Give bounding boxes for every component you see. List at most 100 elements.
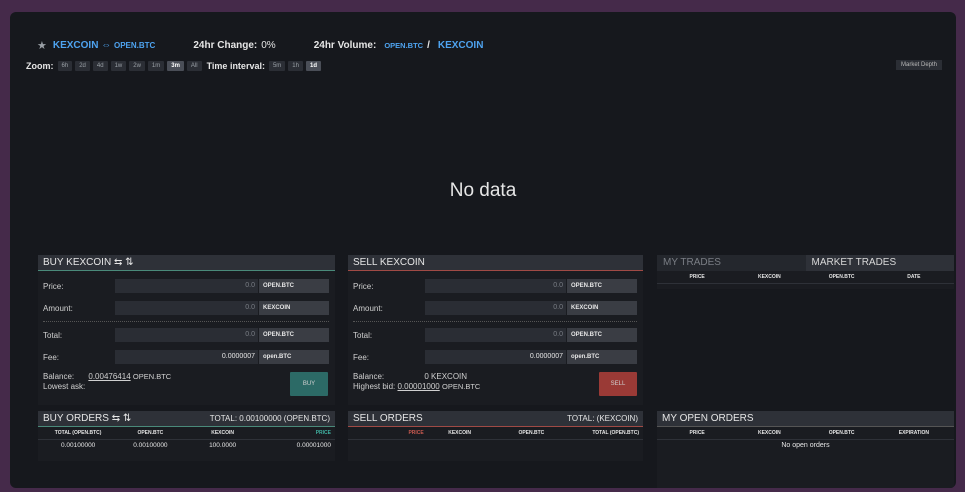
sell-fee-label: Fee: [353, 352, 370, 362]
trades-table-header: PRICE KEXCOIN OPEN.BTC DATE [657, 271, 954, 284]
sell-orders-panel: SELL ORDERS TOTAL: (KEXCOIN) PRICE KEXCO… [348, 411, 643, 461]
market-header: ★ KEXCOIN ⇔ OPEN.BTC 24hr Change: 0% 24h… [37, 38, 483, 52]
zoom-1w[interactable]: 1w [110, 61, 127, 71]
col-kexcoin[interactable]: KEXCOIN [424, 430, 496, 436]
volume-label: 24hr Volume: [313, 39, 377, 51]
col-price[interactable]: PRICE [352, 430, 423, 436]
buy-total-unit: OPEN.BTC [259, 328, 329, 342]
buy-orders-title[interactable]: BUY ORDERS ⇆ ⇅ [43, 413, 131, 424]
sell-price-row: Price: 0.0 OPEN.BTC [353, 279, 637, 293]
market-pair[interactable]: KEXCOIN ⇔ OPEN.BTC [53, 40, 155, 51]
interval-1d[interactable]: 1d [305, 61, 321, 71]
zoom-2d[interactable]: 2d [75, 61, 90, 71]
buy-price-row: Price: 0.0 OPEN.BTC [43, 279, 329, 293]
open-orders-panel: MY OPEN ORDERS PRICE KEXCOIN OPEN.BTC EX… [657, 411, 954, 488]
sell-orders-header: SELL ORDERS TOTAL: (KEXCOIN) [348, 411, 643, 427]
buy-total-row: Total: 0.0 OPEN.BTC [43, 328, 329, 342]
sell-amount-input[interactable]: 0.0 [425, 301, 566, 315]
trades-tabs: MY TRADES MARKET TRADES [657, 255, 954, 271]
tab-market-trades[interactable]: MARKET TRADES [806, 255, 955, 271]
exchange-window: ★ KEXCOIN ⇔ OPEN.BTC 24hr Change: 0% 24h… [10, 12, 956, 488]
sell-fee-unit[interactable]: open.BTC [567, 350, 637, 364]
buy-amount-input[interactable]: 0.0 [115, 301, 258, 315]
table-row[interactable]: 0.00100000 0.00100000 100.0000 0.0000100… [38, 440, 335, 451]
buy-form-title[interactable]: BUY KEXCOIN ⇆ ⇅ [43, 257, 133, 268]
sell-form-header: SELL KEXCOIN [348, 255, 643, 271]
col-openbtc[interactable]: OPEN.BTC [806, 274, 878, 280]
cell-openbtc: 0.00100000 [133, 442, 168, 449]
volume-base[interactable]: KEXCOIN [438, 40, 484, 51]
divider [353, 321, 637, 322]
no-open-orders: No open orders [781, 442, 830, 449]
sell-balance-label: Balance: [353, 372, 385, 381]
sell-amount-row: Amount: 0.0 KEXCOIN [353, 301, 637, 315]
sell-orders-total: TOTAL: (KEXCOIN) [567, 414, 638, 423]
open-orders-table-header: PRICE KEXCOIN OPEN.BTC EXPIRATION [657, 427, 954, 440]
interval-5m[interactable]: 5m [268, 61, 286, 71]
sell-orders-table-header: PRICE KEXCOIN OPEN.BTC TOTAL (OPEN.BTC) [348, 427, 643, 440]
sell-orders-title: SELL ORDERS [353, 413, 423, 424]
cell-price: 0.00001000 [296, 442, 331, 449]
col-price[interactable]: PRICE [661, 274, 733, 280]
zoom-all[interactable]: All [186, 61, 202, 71]
buy-amount-row: Amount: 0.0 KEXCOIN [43, 301, 329, 315]
favorite-star-icon[interactable]: ★ [37, 39, 47, 52]
swap-arrow-icon[interactable]: ⇔ [101, 40, 111, 51]
col-total[interactable]: TOTAL (OPEN.BTC) [567, 430, 639, 436]
tab-my-trades[interactable]: MY TRADES [657, 255, 806, 271]
buy-fee-unit[interactable]: open.BTC [259, 350, 329, 364]
buy-price-input[interactable]: 0.0 [115, 279, 258, 293]
zoom-2w[interactable]: 2w [129, 61, 145, 71]
zoom-3m[interactable]: 3m [167, 61, 184, 71]
sell-button[interactable]: SELL [599, 372, 637, 396]
col-openbtc[interactable]: OPEN.BTC [496, 430, 568, 436]
col-openbtc[interactable]: OPEN.BTC [806, 430, 878, 436]
open-orders-header: MY OPEN ORDERS [657, 411, 954, 427]
col-date[interactable]: DATE [878, 274, 950, 280]
sell-balance-value[interactable]: 0 KEXCOIN [424, 372, 467, 381]
col-kexcoin[interactable]: KEXCOIN [733, 430, 805, 436]
market-depth-button[interactable]: Market Depth [895, 60, 942, 70]
buy-balance-unit: OPEN.BTC [132, 372, 172, 381]
buy-amount-unit: KEXCOIN [259, 301, 329, 315]
col-price[interactable]: PRICE [259, 430, 331, 436]
buy-orders-total: TOTAL: 0.00100000 (OPEN.BTC) [209, 414, 330, 423]
buy-fee-label: Fee: [43, 352, 60, 362]
chart-controls: Zoom: 6h 2d 4d 1w 2w 1m 3m All Time inte… [26, 60, 324, 72]
buy-form-panel: BUY KEXCOIN ⇆ ⇅ Price: 0.0 OPEN.BTC Amou… [38, 255, 335, 405]
interval-label: Time interval: [206, 61, 265, 71]
sell-amount-label: Amount: [353, 303, 383, 313]
zoom-1m[interactable]: 1m [147, 61, 165, 71]
buy-button[interactable]: BUY [290, 372, 328, 396]
zoom-6h[interactable]: 6h [57, 61, 73, 71]
col-expiration[interactable]: EXPIRATION [878, 430, 950, 436]
col-kexcoin[interactable]: KEXCOIN [187, 430, 259, 436]
sell-fee-row: Fee: 0.0000007 open.BTC [353, 350, 637, 364]
sell-total-row: Total: 0.0 OPEN.BTC [353, 328, 637, 342]
cell-kexcoin: 100.0000 [209, 442, 237, 449]
col-kexcoin[interactable]: KEXCOIN [733, 274, 805, 280]
volume-quote[interactable]: OPEN.BTC [384, 41, 423, 50]
col-openbtc[interactable]: OPEN.BTC [114, 430, 186, 436]
pair-base: KEXCOIN [52, 39, 99, 51]
interval-1h[interactable]: 1h [288, 61, 303, 71]
buy-balance-label: Balance: [43, 372, 75, 381]
zoom-4d[interactable]: 4d [92, 61, 108, 71]
change-value: 0% [261, 39, 276, 51]
sell-price-unit: OPEN.BTC [567, 279, 637, 293]
col-total[interactable]: TOTAL (OPEN.BTC) [42, 430, 114, 436]
sell-form-panel: SELL KEXCOIN Price: 0.0 OPEN.BTC Amount:… [348, 255, 643, 405]
sell-fee-value: 0.0000007 [425, 350, 566, 364]
highest-bid-unit: OPEN.BTC [441, 382, 481, 391]
sell-amount-unit: KEXCOIN [567, 301, 637, 315]
pair-quote: OPEN.BTC [114, 40, 156, 50]
col-price[interactable]: PRICE [661, 430, 733, 436]
buy-orders-panel: BUY ORDERS ⇆ ⇅ TOTAL: 0.00100000 (OPEN.B… [38, 411, 335, 461]
buy-total-input[interactable]: 0.0 [115, 328, 258, 342]
sell-total-input[interactable]: 0.0 [425, 328, 566, 342]
buy-balance-value[interactable]: 0.00476414 [88, 372, 130, 381]
volume-separator: / [427, 39, 430, 51]
buy-orders-table-header: TOTAL (OPEN.BTC) OPEN.BTC KEXCOIN PRICE [38, 427, 335, 440]
highest-bid-value[interactable]: 0.00001000 [397, 382, 439, 391]
sell-price-input[interactable]: 0.0 [425, 279, 566, 293]
